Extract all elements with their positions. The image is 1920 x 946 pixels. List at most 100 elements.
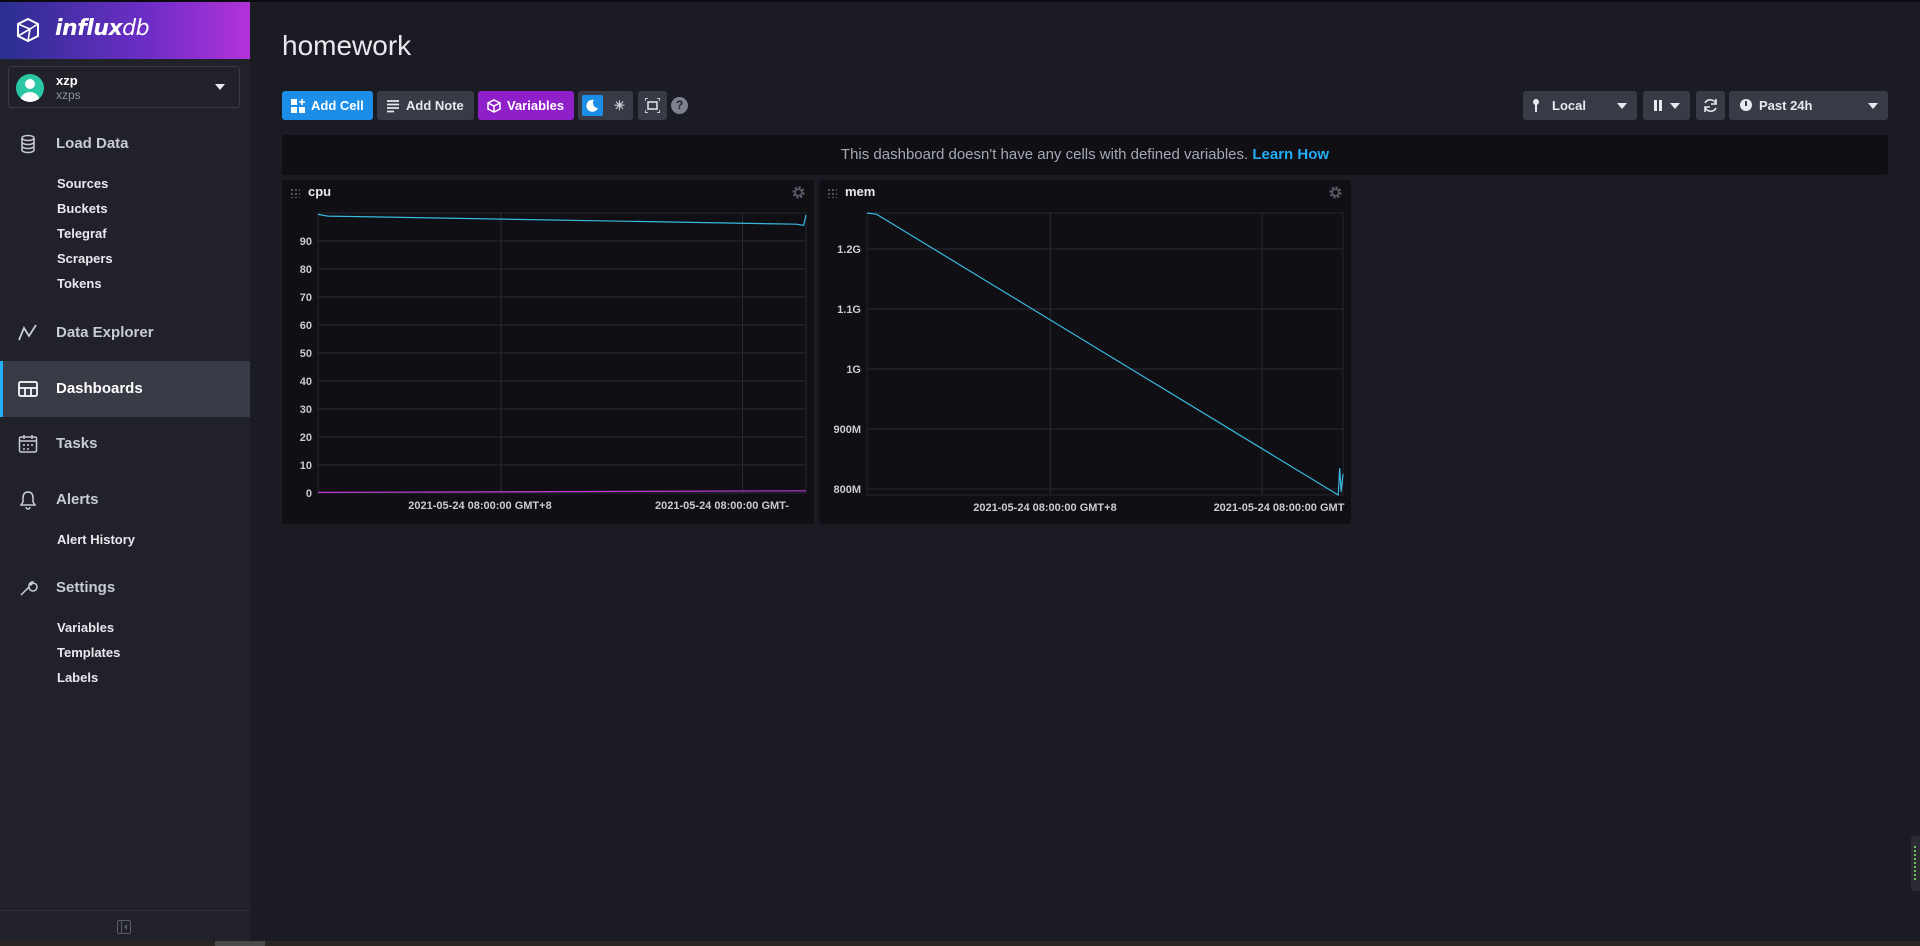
series-line-1 <box>317 213 807 226</box>
learn-how-link[interactable]: Learn How <box>1252 146 1329 163</box>
database-icon <box>21 134 35 154</box>
nav-load-data[interactable]: Load Data <box>0 124 250 164</box>
x-tick-label: 2021-05-24 08:00:00 GMT+8 <box>408 500 551 512</box>
influxdb-logo-icon <box>17 18 39 42</box>
chevron-down-icon <box>1617 103 1627 109</box>
dashboard-cell-mem[interactable]: mem 800M 900M 1G 1.1G 1.2G 2021-05-24 08:00:0… <box>819 180 1351 524</box>
refresh-icon <box>1704 99 1717 112</box>
pause-icon <box>1654 100 1657 111</box>
nav-item-labels[interactable]: Labels <box>57 670 98 685</box>
sidebar-divider <box>0 910 250 911</box>
window-top-edge <box>0 0 1920 2</box>
nav-label: Dashboards <box>56 380 143 397</box>
chevron-down-icon <box>215 84 225 90</box>
help-icon[interactable]: ? <box>671 97 688 114</box>
timezone-dropdown[interactable]: Local <box>1523 91 1637 120</box>
time-range-label: Past 24h <box>1759 98 1813 113</box>
refresh-button[interactable] <box>1696 91 1725 120</box>
pin-icon <box>1533 99 1539 112</box>
autorefresh-dropdown[interactable] <box>1643 91 1690 120</box>
y-tick-label: 80 <box>300 264 312 276</box>
y-tick-label: 90 <box>300 236 312 248</box>
scrollbar-thumb[interactable] <box>215 941 265 946</box>
page-title[interactable]: homework <box>282 30 411 62</box>
nav-tasks[interactable]: Tasks <box>0 424 250 464</box>
y-tick-label: 800M <box>833 484 861 496</box>
y-tick-label: 0 <box>306 488 312 500</box>
add-cell-label: Add Cell <box>311 98 364 113</box>
series-line-2 <box>317 490 807 493</box>
bell-icon <box>19 491 37 510</box>
nav-item-variables[interactable]: Variables <box>57 620 114 635</box>
note-icon <box>387 99 399 112</box>
x-tick-label: 2021-05-24 08:00:00 GMT <box>1214 502 1345 514</box>
nav-item-alert-history[interactable]: Alert History <box>57 532 135 547</box>
nav-label: Tasks <box>56 435 98 452</box>
nav-item-buckets[interactable]: Buckets <box>57 201 108 216</box>
dashboard-grid-icon <box>18 381 38 397</box>
wrench-icon <box>20 580 38 596</box>
calendar-icon <box>18 435 38 453</box>
x-tick-label: 2021-05-24 08:00:00 GMT+8 <box>973 502 1116 514</box>
graph-line-icon <box>18 324 37 341</box>
nav-label: Alerts <box>56 491 99 508</box>
chevron-down-icon <box>1670 103 1680 109</box>
theme-toggle[interactable]: ☀ <box>578 91 633 120</box>
expand-icon <box>645 98 660 113</box>
dashboard-cell-cpu[interactable]: cpu 0 10 20 30 40 50 60 70 80 90 2021-05-24 08:00:… <box>282 180 814 524</box>
y-tick-label: 60 <box>300 320 312 332</box>
nav-item-sources[interactable]: Sources <box>57 176 108 191</box>
nav-data-explorer[interactable]: Data Explorer <box>0 313 250 353</box>
chevron-down-icon <box>1868 103 1878 109</box>
presentation-mode-button[interactable] <box>638 91 667 120</box>
nav-item-templates[interactable]: Templates <box>57 645 120 660</box>
add-note-label: Add Note <box>406 98 464 113</box>
y-tick-label: 900M <box>833 424 861 436</box>
clock-icon <box>1740 99 1752 111</box>
y-tick-label: 40 <box>300 376 312 388</box>
y-tick-label: 1.2G <box>837 244 861 256</box>
org-user-name: xzp <box>56 73 78 88</box>
variables-notice-text: This dashboard doesn't have any cells wi… <box>840 146 1249 163</box>
y-tick-label: 30 <box>300 404 312 416</box>
nav-label: Settings <box>56 579 116 596</box>
cube-icon <box>487 98 501 113</box>
brand-wordmark: influxdb <box>55 16 150 41</box>
add-note-button[interactable]: Add Note <box>377 91 474 120</box>
y-tick-label: 10 <box>300 460 312 472</box>
cpu-line-chart: 0 10 20 30 40 50 60 70 80 90 2021-05-24 08:00:00 G… <box>300 212 807 512</box>
y-tick-label: 20 <box>300 432 312 444</box>
nav-settings[interactable]: Settings <box>0 568 250 608</box>
add-cell-icon <box>291 98 305 113</box>
nav-label: Data Explorer <box>56 324 154 341</box>
nav-label: Load Data <box>56 135 129 152</box>
y-tick-label: 1G <box>846 364 861 376</box>
variables-notice: This dashboard doesn't have any cells wi… <box>282 135 1888 175</box>
variables-button[interactable]: Variables <box>478 91 574 120</box>
y-tick-label: 1.1G <box>837 304 861 316</box>
sidebar: influxdb xzp xzps Load Data Sources Buck… <box>0 2 250 946</box>
variables-label: Variables <box>507 98 565 113</box>
time-range-dropdown[interactable]: Past 24h <box>1729 91 1888 120</box>
timezone-label: Local <box>1552 98 1586 113</box>
org-switcher[interactable]: xzp xzps <box>8 66 240 108</box>
org-name: xzps <box>56 88 81 102</box>
avatar <box>16 74 44 102</box>
nav-dashboards[interactable]: Dashboards <box>0 361 250 417</box>
nav-item-tokens[interactable]: Tokens <box>57 276 102 291</box>
collapse-sidebar-icon[interactable] <box>117 920 131 934</box>
x-tick-label: 2021-05-24 08:00:00 GMT- <box>655 500 789 512</box>
y-tick-label: 50 <box>300 348 312 360</box>
brand-header[interactable]: influxdb <box>0 2 250 59</box>
nav-alerts[interactable]: Alerts <box>0 480 250 520</box>
nav-item-scrapers[interactable]: Scrapers <box>57 251 113 266</box>
nav-item-telegraf[interactable]: Telegraf <box>57 226 107 241</box>
sun-icon[interactable]: ☀ <box>609 95 630 116</box>
mem-line-chart: 800M 900M 1G 1.1G 1.2G 2021-05-24 08:00:00 GM… <box>833 212 1345 514</box>
series-line-1 <box>866 212 1344 497</box>
side-panel-handle[interactable] <box>1911 836 1920 891</box>
moon-icon[interactable] <box>582 95 603 116</box>
plot-area <box>866 212 1344 496</box>
add-cell-button[interactable]: Add Cell <box>282 91 373 120</box>
horizontal-scrollbar[interactable] <box>0 941 1920 946</box>
